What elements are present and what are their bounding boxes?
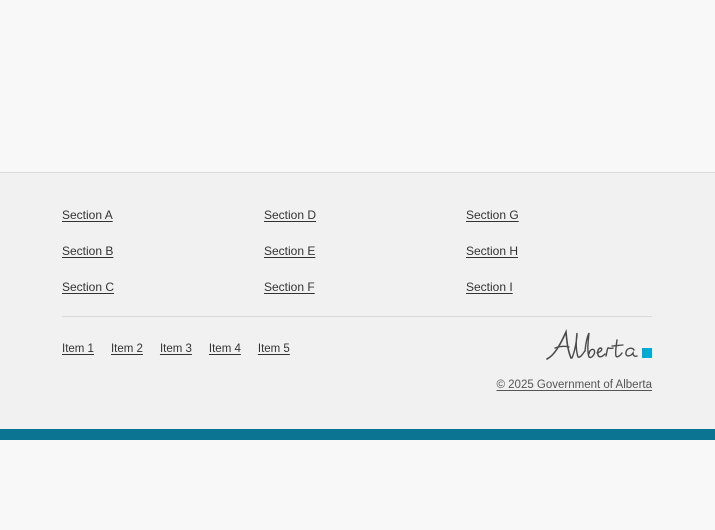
footer-link-section-e[interactable]: Section E: [264, 243, 464, 279]
footer-item-2[interactable]: Item 2: [111, 341, 143, 357]
page-content-area: [0, 0, 715, 172]
footer-link-section-i[interactable]: Section I: [466, 279, 666, 315]
footer-item-1[interactable]: Item 1: [62, 341, 94, 357]
copyright-link[interactable]: © 2025 Government of Alberta: [496, 377, 652, 393]
alberta-logo-icon: [546, 328, 652, 360]
footer-sections-nav: Section A Section B Section C Section D …: [62, 207, 652, 307]
footer-link-section-g[interactable]: Section G: [466, 207, 666, 243]
footer-link-section-h[interactable]: Section H: [466, 243, 666, 279]
footer-link-section-d[interactable]: Section D: [264, 207, 464, 243]
footer-link-section-b[interactable]: Section B: [62, 243, 262, 279]
footer-column-1: Section A Section B Section C: [62, 207, 262, 315]
footer-item-5[interactable]: Item 5: [258, 341, 290, 357]
site-footer: Section A Section B Section C Section D …: [0, 172, 715, 429]
footer-link-section-f[interactable]: Section F: [264, 279, 464, 315]
footer-column-2: Section D Section E Section F: [264, 207, 464, 315]
page-bottom-area: [0, 440, 715, 530]
footer-column-3: Section G Section H Section I: [466, 207, 666, 315]
footer-divider: [62, 316, 652, 317]
footer-link-section-a[interactable]: Section A: [62, 207, 262, 243]
footer-bottom-bar: [0, 429, 715, 440]
footer-item-4[interactable]: Item 4: [209, 341, 241, 357]
footer-item-3[interactable]: Item 3: [160, 341, 192, 357]
footer-items-nav: Item 1 Item 2 Item 3 Item 4 Item 5: [62, 341, 290, 357]
alberta-logo[interactable]: [545, 328, 653, 361]
footer-link-section-c[interactable]: Section C: [62, 279, 262, 315]
